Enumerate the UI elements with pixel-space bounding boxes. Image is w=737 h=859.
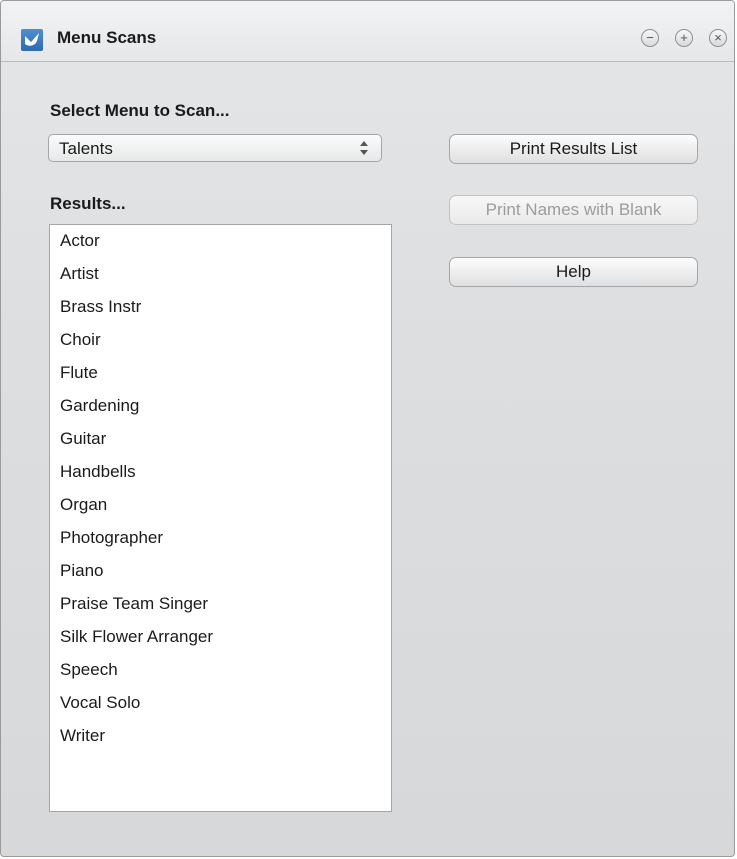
list-item[interactable]: Actor: [60, 231, 100, 251]
list-item[interactable]: Vocal Solo: [60, 693, 140, 713]
list-item[interactable]: Flute: [60, 363, 98, 383]
list-item[interactable]: Choir: [60, 330, 101, 350]
list-item[interactable]: Brass Instr: [60, 297, 141, 317]
list-item[interactable]: Piano: [60, 561, 103, 581]
list-item[interactable]: Speech: [60, 660, 118, 680]
menu-scans-window: Menu Scans − + × Select Menu to Scan... …: [0, 0, 735, 857]
results-label: Results...: [50, 194, 126, 213]
updown-arrows-icon: [360, 141, 368, 155]
help-button[interactable]: Help: [449, 257, 698, 287]
maximize-button[interactable]: +: [675, 29, 693, 47]
content-area: Select Menu to Scan... Talents Results..…: [1, 62, 734, 856]
close-button[interactable]: ×: [709, 29, 727, 47]
results-list[interactable]: Actor Artist Brass Instr Choir Flute Gardenin…: [49, 224, 392, 812]
list-item[interactable]: Gardening: [60, 396, 139, 416]
window-title: Menu Scans: [57, 28, 157, 47]
list-item[interactable]: Artist: [60, 264, 99, 284]
select-menu-label: Select Menu to Scan...: [50, 101, 230, 120]
list-item[interactable]: Writer: [60, 726, 105, 746]
list-item[interactable]: Praise Team Singer: [60, 594, 208, 614]
minimize-button[interactable]: −: [641, 29, 659, 47]
list-item[interactable]: Silk Flower Arranger: [60, 627, 213, 647]
print-names-with-blank-button[interactable]: Print Names with Blank: [449, 195, 698, 225]
print-results-list-button[interactable]: Print Results List: [449, 134, 698, 164]
list-item[interactable]: Organ: [60, 495, 107, 515]
app-icon: [21, 29, 43, 51]
menu-select-dropdown[interactable]: Talents: [48, 134, 382, 162]
title-bar[interactable]: Menu Scans − + ×: [1, 1, 734, 62]
menu-select-value: Talents: [59, 139, 113, 158]
list-item[interactable]: Guitar: [60, 429, 106, 449]
list-item[interactable]: Photographer: [60, 528, 163, 548]
list-item[interactable]: Handbells: [60, 462, 136, 482]
